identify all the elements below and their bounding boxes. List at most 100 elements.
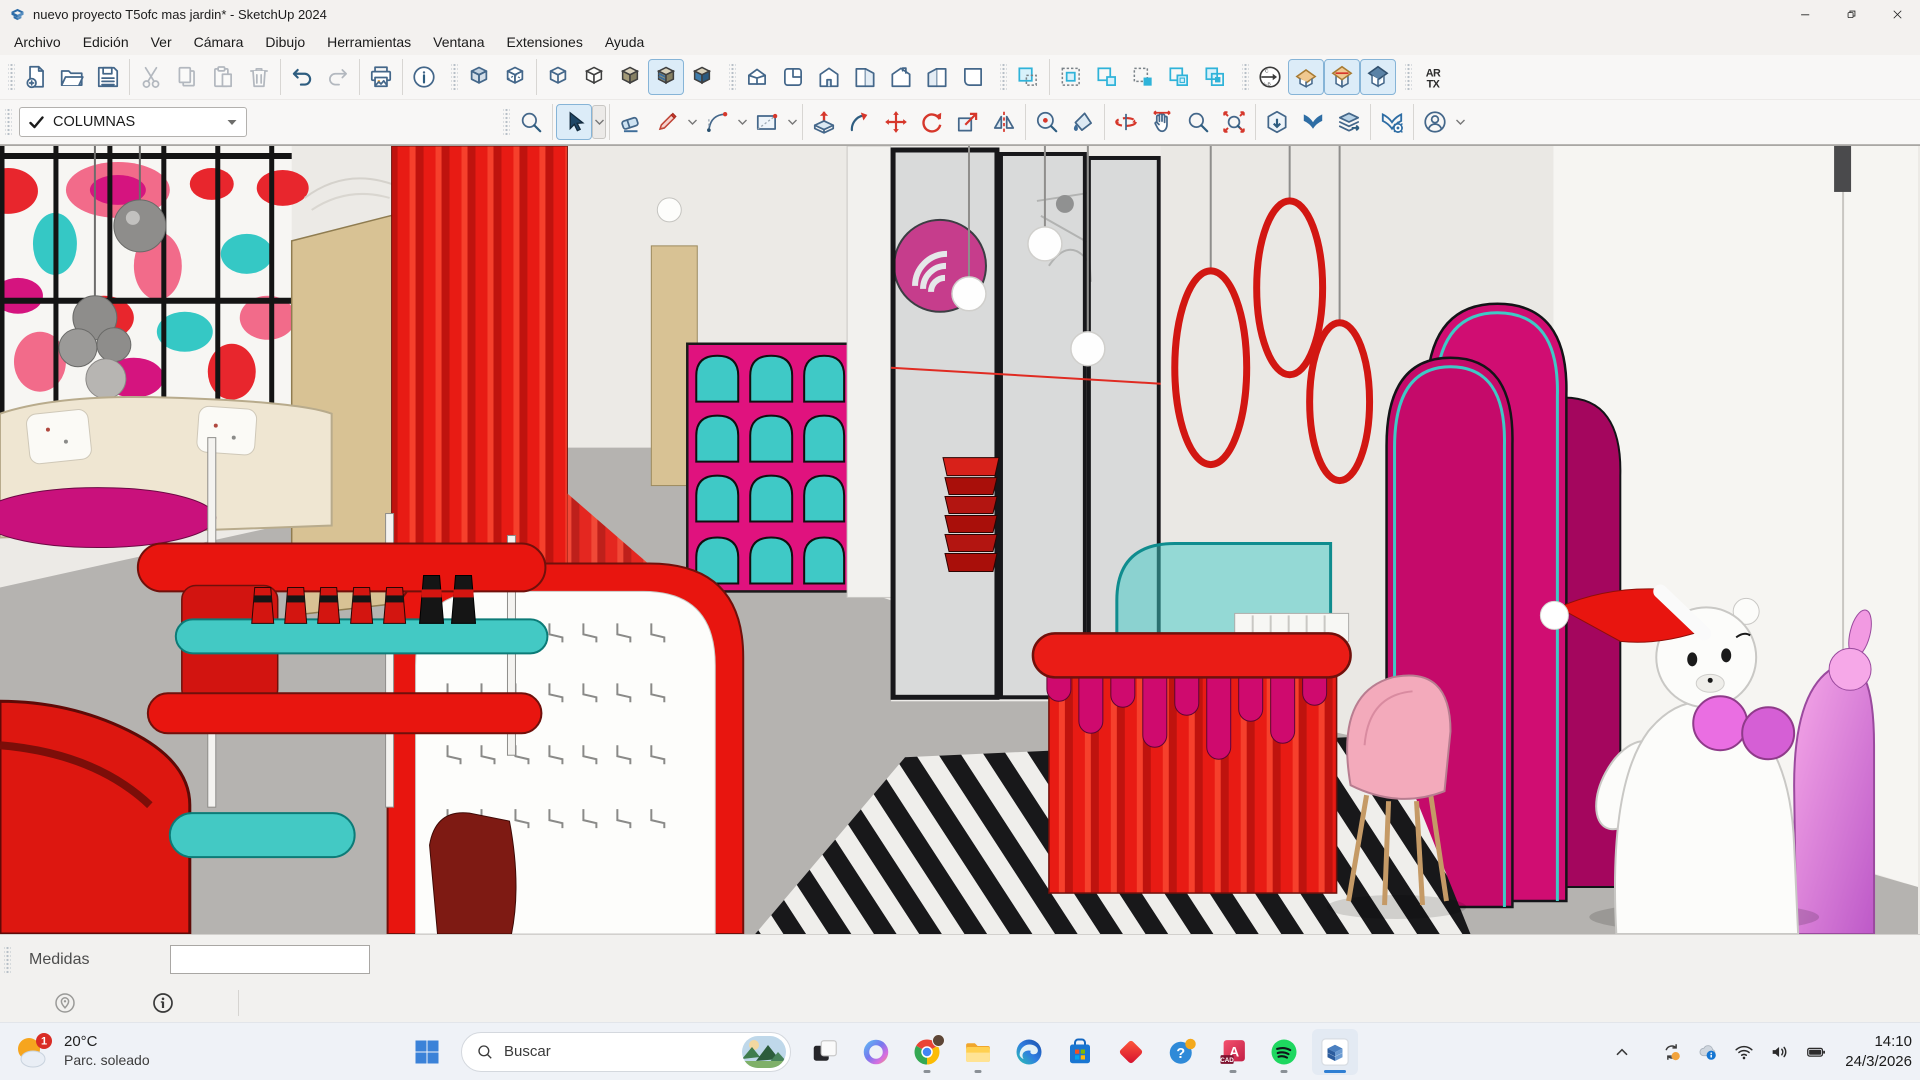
- pencil-button[interactable]: [649, 104, 685, 140]
- warehouse-3d-button[interactable]: [1295, 104, 1331, 140]
- search-tool-button[interactable]: [513, 104, 549, 140]
- shapes-button[interactable]: [749, 104, 785, 140]
- zoom-extents-button[interactable]: [1216, 104, 1252, 140]
- battery-button[interactable]: [1803, 1039, 1829, 1065]
- taskbar-chrome-button[interactable]: [904, 1029, 950, 1075]
- style-monochrome-button[interactable]: [684, 59, 720, 95]
- style-xray-button[interactable]: [461, 59, 497, 95]
- sel-window-button[interactable]: [1010, 59, 1046, 95]
- taskbar-diamond-app-button[interactable]: [1108, 1029, 1154, 1075]
- wifi-button[interactable]: [1731, 1039, 1757, 1065]
- taskbar-search[interactable]: Buscar: [461, 1032, 791, 1072]
- share-model-button[interactable]: [1331, 104, 1367, 140]
- copy-button[interactable]: [169, 59, 205, 95]
- view-iso-button[interactable]: [739, 59, 775, 95]
- pencil-dropdown-button[interactable]: [685, 105, 699, 139]
- taskbar-start-button[interactable]: [404, 1029, 450, 1075]
- section-display-planes-button[interactable]: [1288, 59, 1324, 95]
- account-button[interactable]: [1417, 104, 1453, 140]
- taskbar-autocad-button[interactable]: ACAD: [1210, 1029, 1256, 1075]
- menu-edicion[interactable]: Edición: [72, 30, 140, 54]
- geolocation-icon[interactable]: [52, 990, 78, 1016]
- undo-button[interactable]: [284, 59, 320, 95]
- view-right-button[interactable]: [847, 59, 883, 95]
- close-button[interactable]: [1874, 0, 1920, 28]
- taskbar-weather-widget[interactable]: 1 20°C Parc. soleado: [12, 1023, 150, 1080]
- section-display-cuts-button[interactable]: [1324, 59, 1360, 95]
- push-pull-button[interactable]: [806, 104, 842, 140]
- sel-nested-button[interactable]: [1197, 59, 1233, 95]
- print-button[interactable]: [363, 59, 399, 95]
- taskbar-file-explorer-button[interactable]: [955, 1029, 1001, 1075]
- taskbar-edge-button[interactable]: [1006, 1029, 1052, 1075]
- cut-button[interactable]: [133, 59, 169, 95]
- warehouse-download-button[interactable]: [1259, 104, 1295, 140]
- orbit-button[interactable]: [1108, 104, 1144, 140]
- style-shaded-button[interactable]: [612, 59, 648, 95]
- taskbar-spotify-button[interactable]: [1261, 1029, 1307, 1075]
- toolbar-drag-handle[interactable]: [8, 64, 15, 90]
- arcs-button[interactable]: [699, 104, 735, 140]
- style-hidden-line-button[interactable]: [576, 59, 612, 95]
- section-plane-button[interactable]: CA-B: [1252, 59, 1288, 95]
- save-button[interactable]: [90, 59, 126, 95]
- style-back-edges-button[interactable]: [497, 59, 533, 95]
- extension-manager-button[interactable]: [1374, 104, 1410, 140]
- menu-dibujo[interactable]: Dibujo: [254, 30, 316, 54]
- menu-ver[interactable]: Ver: [140, 30, 183, 54]
- view-bottom-button[interactable]: [955, 59, 991, 95]
- sel-subtract-button[interactable]: [1125, 59, 1161, 95]
- shapes-dropdown-button[interactable]: [785, 105, 799, 139]
- pan-button[interactable]: [1144, 104, 1180, 140]
- paste-button[interactable]: [205, 59, 241, 95]
- menu-herramientas[interactable]: Herramientas: [316, 30, 422, 54]
- taskbar-copilot-button[interactable]: [853, 1029, 899, 1075]
- menu-ventana[interactable]: Ventana: [422, 30, 495, 54]
- follow-me-button[interactable]: [842, 104, 878, 140]
- toolbar-drag-handle[interactable]: [503, 109, 510, 135]
- toolbar-drag-handle[interactable]: [451, 64, 458, 90]
- sel-add-button[interactable]: [1089, 59, 1125, 95]
- taskbar-microsoft-store-button[interactable]: [1057, 1029, 1103, 1075]
- tray-chevron-button[interactable]: [1609, 1039, 1635, 1065]
- restore-button[interactable]: [1828, 0, 1874, 28]
- taskbar-sketchup-button[interactable]: [1312, 1029, 1358, 1075]
- toolbar-drag-handle[interactable]: [1000, 64, 1007, 90]
- measurements-input[interactable]: [170, 945, 370, 974]
- sel-overlap-button[interactable]: [1161, 59, 1197, 95]
- view-front-button[interactable]: [811, 59, 847, 95]
- tag-filter-dropdown[interactable]: COLUMNAS: [19, 107, 247, 137]
- toolbar-drag-handle[interactable]: [1405, 64, 1412, 90]
- delete-button[interactable]: [241, 59, 277, 95]
- ar-tx-button[interactable]: ARTX: [1415, 59, 1451, 95]
- new-file-button[interactable]: [18, 59, 54, 95]
- section-display-fill-button[interactable]: [1360, 59, 1396, 95]
- taskbar-clock[interactable]: 14:10 24/3/2026: [1845, 1032, 1912, 1071]
- tape-measure-button[interactable]: [1029, 104, 1065, 140]
- paint-bucket-button[interactable]: [1065, 104, 1101, 140]
- select-dropdown-button[interactable]: [592, 105, 606, 139]
- redo-button[interactable]: [320, 59, 356, 95]
- flip-button[interactable]: [986, 104, 1022, 140]
- cloud-info-button[interactable]: [1695, 1039, 1721, 1065]
- volume-button[interactable]: [1767, 1039, 1793, 1065]
- view-left-button[interactable]: [919, 59, 955, 95]
- arcs-dropdown-button[interactable]: [735, 105, 749, 139]
- toolbar-drag-handle[interactable]: [1242, 64, 1249, 90]
- view-top-button[interactable]: [775, 59, 811, 95]
- toolbar-drag-handle[interactable]: [5, 109, 12, 135]
- model-info-button[interactable]: [406, 59, 442, 95]
- style-wireframe-button[interactable]: [540, 59, 576, 95]
- measurements-drag-handle[interactable]: [4, 947, 11, 973]
- viewport-3d-scene[interactable]: [0, 145, 1920, 934]
- menu-ayuda[interactable]: Ayuda: [594, 30, 655, 54]
- account-dropdown-button[interactable]: [1453, 105, 1467, 139]
- move-button[interactable]: [878, 104, 914, 140]
- onedrive-sync-button[interactable]: [1659, 1039, 1685, 1065]
- menu-archivo[interactable]: Archivo: [3, 30, 72, 54]
- open-button[interactable]: [54, 59, 90, 95]
- sel-crossing-button[interactable]: [1053, 59, 1089, 95]
- toolbar-drag-handle[interactable]: [729, 64, 736, 90]
- taskbar-task-view-button[interactable]: [802, 1029, 848, 1075]
- style-textured-button[interactable]: [648, 59, 684, 95]
